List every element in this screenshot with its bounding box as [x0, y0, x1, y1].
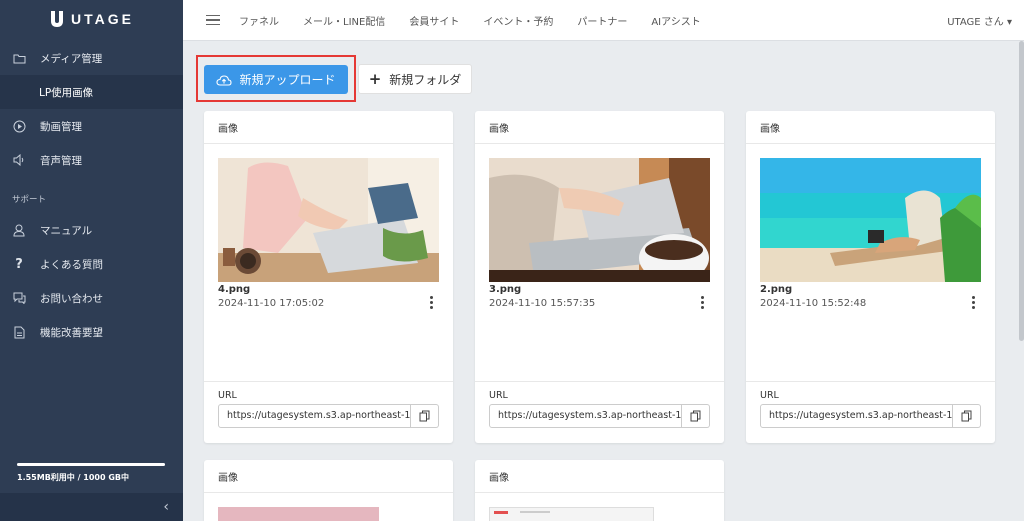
more-options-icon[interactable] [430, 296, 434, 309]
sidebar-item-faq[interactable]: ? よくある質問 [0, 247, 183, 281]
url-field[interactable]: https://utagesystem.s3.ap-northeast-1 [218, 404, 411, 428]
sidebar-item-contact[interactable]: お問い合わせ [0, 281, 183, 315]
more-options-icon[interactable] [972, 296, 976, 309]
media-card: 画像 3.png 2024-11-10 15:57:35 URL https:/… [475, 111, 724, 443]
nav-partner[interactable]: パートナー [577, 13, 627, 28]
nav-event-booking[interactable]: イベント・予約 [483, 13, 553, 28]
media-card: 画像 2.png 2024-11-10 15:52:48 URL https:/… [746, 111, 995, 443]
card-footer-divider [204, 381, 453, 382]
card-header: 画像 [204, 460, 453, 493]
user-menu[interactable]: UTAGE さん ▾ [947, 13, 1012, 28]
page-scrollbar-thumb[interactable] [1019, 41, 1024, 341]
chevron-left-icon: ‹ [163, 499, 169, 515]
image-thumbnail[interactable] [489, 507, 654, 521]
sidebar-item-label: 機能改善要望 [40, 326, 103, 339]
storage-bar [17, 463, 165, 466]
document-icon [12, 325, 26, 339]
url-label: URL [489, 390, 508, 401]
card-header: 画像 [204, 111, 453, 144]
media-card: 画像 [204, 460, 453, 521]
copy-icon [690, 410, 701, 422]
copy-icon [419, 410, 430, 422]
image-thumbnail[interactable] [489, 158, 710, 282]
new-folder-label: 新規フォルダ [389, 72, 462, 87]
file-date: 2024-11-10 17:05:02 [218, 298, 325, 309]
nav-ai-assist[interactable]: AIアシスト [651, 13, 700, 28]
cloud-upload-icon [216, 74, 233, 86]
chat-icon [12, 291, 26, 305]
card-footer-divider [746, 381, 995, 382]
nav-member-site[interactable]: 会員サイト [409, 13, 459, 28]
card-header: 画像 [475, 460, 724, 493]
sidebar-collapse-button[interactable]: ‹ [0, 493, 183, 521]
nav-mail-line[interactable]: メール・LINE配信 [303, 13, 385, 28]
url-label: URL [760, 390, 779, 401]
sidebar-item-label: マニュアル [40, 224, 93, 237]
url-field[interactable]: https://utagesystem.s3.ap-northeast-1 [489, 404, 682, 428]
new-upload-button[interactable]: 新規アップロード [204, 65, 348, 94]
sidebar-item-label: 動画管理 [40, 120, 82, 133]
sidebar-item-label: お問い合わせ [40, 292, 103, 305]
topbar: ファネル メール・LINE配信 会員サイト イベント・予約 パートナー AIアシ… [183, 0, 1024, 41]
main-content: 新規アップロード + 新規フォルダ 画像 4.png 2024-11-10 17… [183, 41, 1024, 521]
logo[interactable]: UTAGE [0, 0, 183, 37]
sidebar-item-feature-request[interactable]: 機能改善要望 [0, 315, 183, 349]
logo-icon [51, 10, 64, 27]
copy-url-button[interactable] [411, 404, 439, 428]
sidebar-subitem-lp-images[interactable]: LP使用画像 [0, 75, 183, 109]
logo-text: UTAGE [71, 10, 134, 27]
file-date: 2024-11-10 15:52:48 [760, 298, 867, 309]
copy-url-button[interactable] [953, 404, 981, 428]
storage-usage: 1.55MB利用中 / 1000 GB中 [17, 463, 165, 483]
file-name: 3.png [489, 284, 522, 295]
more-options-icon[interactable] [701, 296, 705, 309]
sidebar-item-manual[interactable]: マニュアル [0, 213, 183, 247]
storage-text: 1.55MB利用中 / 1000 GB中 [17, 473, 130, 482]
image-thumbnail[interactable] [218, 158, 439, 282]
url-field[interactable]: https://utagesystem.s3.ap-northeast-1 [760, 404, 953, 428]
sidebar-item-label: メディア管理 [40, 52, 103, 65]
folder-icon [12, 51, 26, 65]
media-card: 画像 [475, 460, 724, 521]
user-icon [12, 223, 26, 237]
sidebar-item-audio[interactable]: 音声管理 [0, 143, 183, 177]
sidebar: UTAGE メディア管理 LP使用画像 動画管理 音声管理 サポート マニュアル… [0, 0, 183, 521]
sidebar-item-label: よくある質問 [40, 258, 103, 271]
copy-url-button[interactable] [682, 404, 710, 428]
hamburger-menu-icon[interactable] [206, 14, 220, 26]
media-card: 画像 4.png 2024-11-10 17:05:02 URL https:/… [204, 111, 453, 443]
speaker-icon [12, 153, 26, 167]
top-navigation: ファネル メール・LINE配信 会員サイト イベント・予約 パートナー AIアシ… [239, 13, 725, 28]
sidebar-item-label: 音声管理 [40, 154, 82, 167]
card-header: 画像 [475, 111, 724, 144]
support-section-label: サポート [12, 195, 47, 205]
new-folder-button[interactable]: + 新規フォルダ [358, 64, 472, 94]
file-name: 2.png [760, 284, 793, 295]
storage-bar-fill [17, 463, 165, 466]
sidebar-item-media[interactable]: メディア管理 [0, 41, 183, 75]
sidebar-item-label: LP使用画像 [39, 86, 94, 99]
card-header: 画像 [746, 111, 995, 144]
new-upload-label: 新規アップロード [239, 73, 336, 87]
file-date: 2024-11-10 15:57:35 [489, 298, 596, 309]
image-thumbnail[interactable] [760, 158, 981, 282]
nav-funnel[interactable]: ファネル [239, 13, 279, 28]
url-label: URL [218, 390, 237, 401]
sidebar-item-video[interactable]: 動画管理 [0, 109, 183, 143]
card-footer-divider [475, 381, 724, 382]
image-thumbnail[interactable] [218, 507, 379, 521]
plus-icon: + [368, 70, 382, 88]
copy-icon [961, 410, 972, 422]
question-icon: ? [15, 256, 23, 272]
play-circle-icon [12, 119, 26, 133]
file-name: 4.png [218, 284, 251, 295]
